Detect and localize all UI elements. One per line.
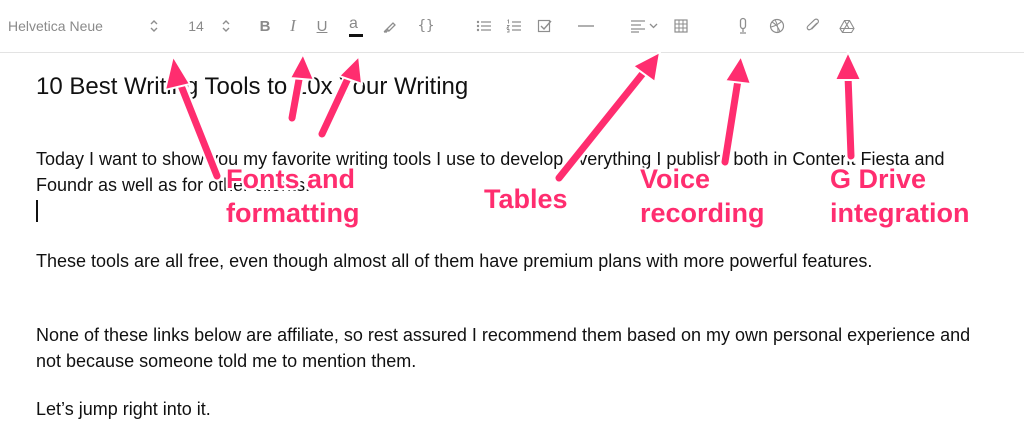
annotation-tables: Tables <box>484 184 568 214</box>
arrow-fonts-3 <box>318 70 354 138</box>
annotation-gdrive-integration: G Drive integration <box>830 164 970 228</box>
arrow-fonts-1 <box>174 74 221 180</box>
arrow-tables <box>555 68 648 182</box>
arrow-gdrive <box>844 72 855 160</box>
annotation-fonts-formatting: Fonts and formatting <box>226 164 360 228</box>
annotation-voice-recording: Voice recording <box>640 164 765 228</box>
